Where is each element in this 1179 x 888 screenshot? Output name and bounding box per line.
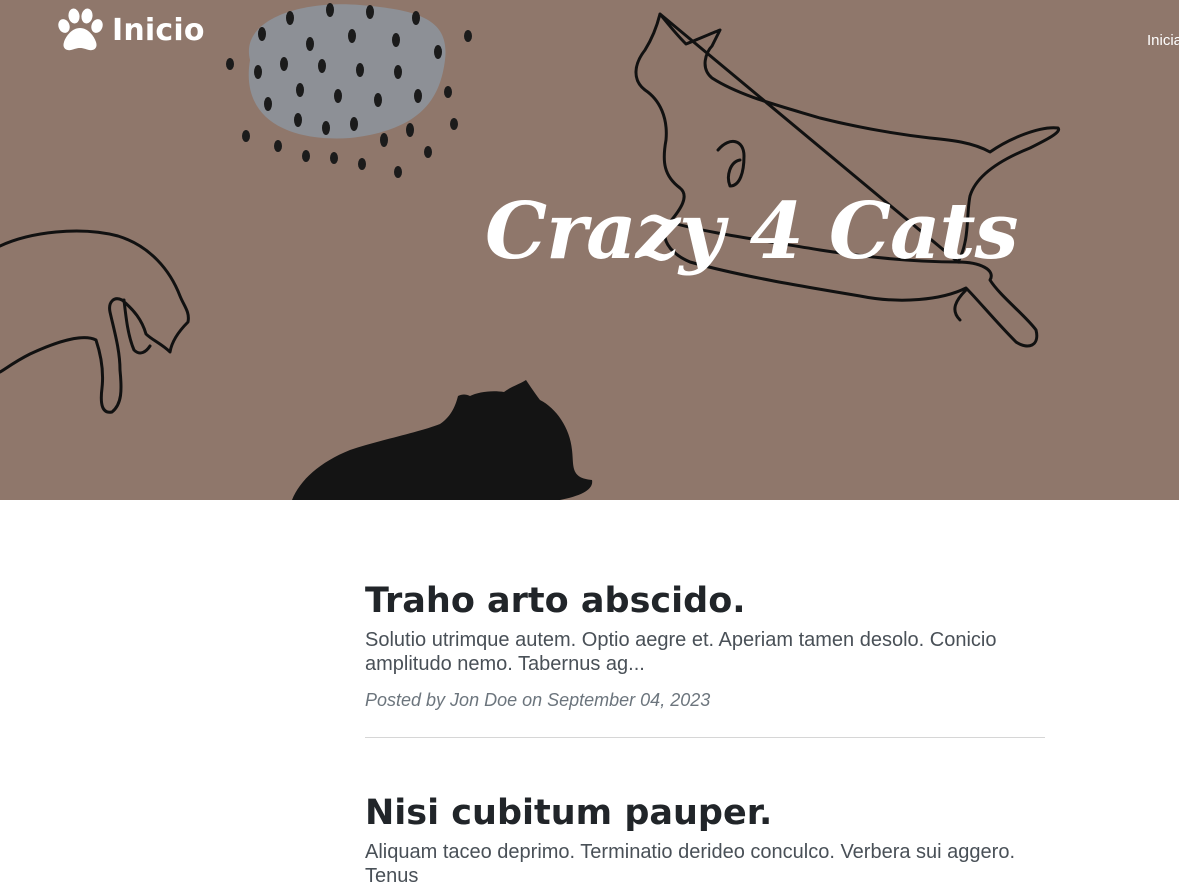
post-subtitle: Aliquam taceo deprimo. Terminatio deride… [365, 841, 1015, 887]
hero-header: Inicio Inicia Crazy 4 Cats [0, 0, 1179, 500]
post-divider [365, 737, 1045, 738]
paw-icon [56, 8, 104, 52]
post-preview: Traho arto abscido. Solutio utrimque aut… [365, 580, 1045, 711]
hanging-cat-outline [0, 229, 190, 414]
post-subtitle: Solutio utrimque autem. Optio aegre et. … [365, 629, 997, 675]
post-title-link[interactable]: Traho arto abscido. [365, 580, 1045, 622]
leaping-cat-outline [634, 12, 1061, 348]
site-heading: Crazy 4 Cats [485, 186, 1018, 277]
post-meta: Posted by Jon Doe on September 04, 2023 [365, 690, 711, 710]
post-preview: Nisi cubitum pauper. Aliquam taceo depri… [365, 792, 1045, 888]
post-list: Traho arto abscido. Solutio utrimque aut… [365, 500, 1045, 888]
brand-home-link[interactable]: Inicio [56, 8, 205, 52]
nav-link-login[interactable]: Inicia [1147, 32, 1179, 49]
brand-label: Inicio [112, 12, 205, 48]
black-cat-silhouette [292, 380, 593, 500]
post-title-link[interactable]: Nisi cubitum pauper. [365, 792, 1045, 834]
